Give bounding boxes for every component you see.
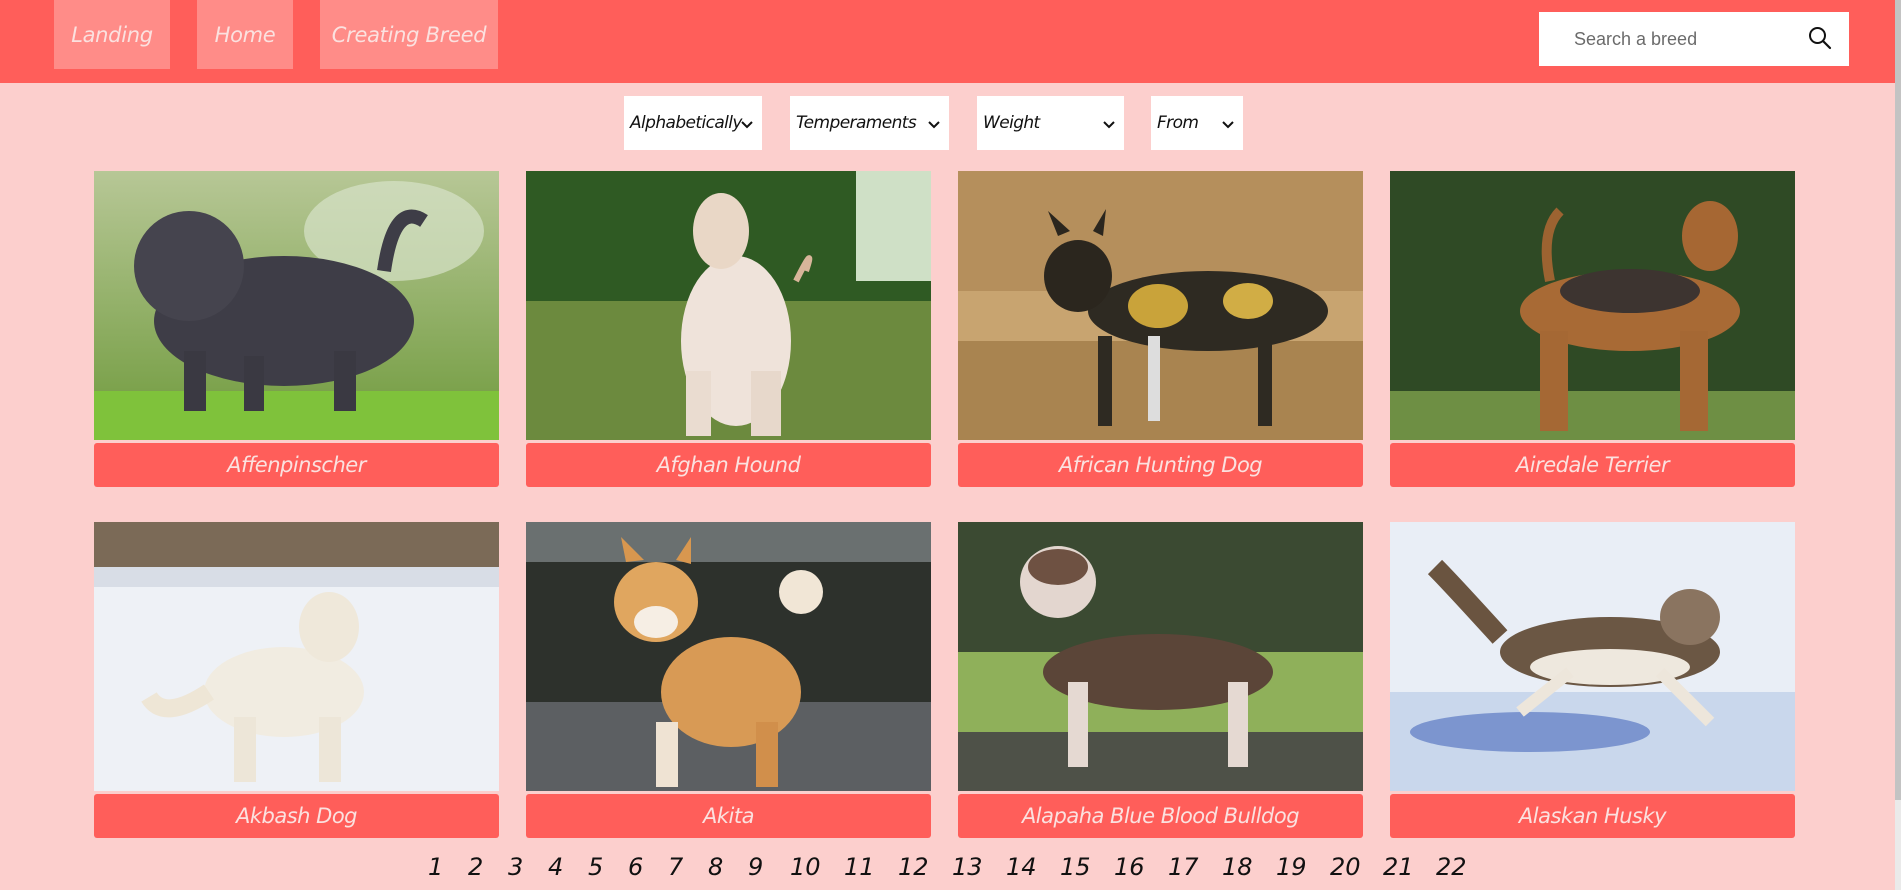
- sort-alphabetically-label: Alphabetically: [630, 113, 742, 133]
- chevron-down-icon: [740, 116, 754, 130]
- breed-card[interactable]: Alapaha Blue Blood Bulldog: [958, 522, 1363, 838]
- temperaments-label: Temperaments: [796, 113, 917, 133]
- chevron-down-icon: [1102, 116, 1116, 130]
- breed-photo[interactable]: [94, 522, 499, 791]
- breed-photo[interactable]: [958, 522, 1363, 791]
- breed-name[interactable]: Akbash Dog: [94, 794, 499, 838]
- scrollbar-thumb[interactable]: [1895, 0, 1901, 800]
- weight-select[interactable]: Weight: [977, 96, 1124, 150]
- breed-name[interactable]: Alaskan Husky: [1390, 794, 1795, 838]
- breed-card[interactable]: Afghan Hound: [526, 171, 931, 487]
- breed-card[interactable]: Akbash Dog: [94, 522, 499, 838]
- chevron-down-icon: [927, 116, 941, 130]
- vertical-scrollbar[interactable]: [1895, 0, 1901, 890]
- origin-from-select[interactable]: From: [1151, 96, 1243, 150]
- nav-creating-breed-link[interactable]: Creating Breed: [320, 0, 498, 69]
- page-link-11[interactable]: 11: [844, 853, 875, 881]
- page-link-16[interactable]: 16: [1114, 853, 1145, 881]
- breed-name[interactable]: Akita: [526, 794, 931, 838]
- breed-photo[interactable]: [958, 171, 1363, 440]
- page-link-15[interactable]: 15: [1060, 853, 1091, 881]
- breed-photo[interactable]: [1390, 522, 1795, 791]
- nav-home-link[interactable]: Home: [197, 0, 293, 69]
- breed-name[interactable]: Afghan Hound: [526, 443, 931, 487]
- search-icon[interactable]: [1807, 25, 1833, 51]
- page-link-7[interactable]: 7: [668, 853, 683, 881]
- breed-photo[interactable]: [94, 171, 499, 440]
- page-link-22[interactable]: 22: [1436, 853, 1467, 881]
- origin-from-label: From: [1157, 113, 1199, 133]
- page-link-9[interactable]: 9: [748, 853, 763, 881]
- breed-photo[interactable]: [526, 171, 931, 440]
- page-link-17[interactable]: 17: [1168, 853, 1199, 881]
- chevron-down-icon: [1221, 116, 1235, 130]
- search-bar: [1539, 12, 1849, 66]
- page-link-20[interactable]: 20: [1330, 853, 1361, 881]
- search-input[interactable]: [1572, 18, 1796, 60]
- nav-landing-link[interactable]: Landing: [54, 0, 170, 69]
- breed-name[interactable]: Airedale Terrier: [1390, 443, 1795, 487]
- breed-name[interactable]: African Hunting Dog: [958, 443, 1363, 487]
- breed-photo[interactable]: [1390, 171, 1795, 440]
- page-link-1[interactable]: 1: [428, 853, 443, 881]
- page-link-3[interactable]: 3: [508, 853, 523, 881]
- breed-name[interactable]: Affenpinscher: [94, 443, 499, 487]
- temperaments-select[interactable]: Temperaments: [790, 96, 949, 150]
- page-link-8[interactable]: 8: [708, 853, 723, 881]
- weight-label: Weight: [983, 113, 1040, 133]
- breed-name[interactable]: Alapaha Blue Blood Bulldog: [958, 794, 1363, 838]
- page-link-19[interactable]: 19: [1276, 853, 1307, 881]
- page-link-21[interactable]: 21: [1383, 853, 1414, 881]
- breed-card[interactable]: Airedale Terrier: [1390, 171, 1795, 487]
- pagination: 1 2 3 4 5 6 7 8 9 10 11 12 13 14 15 16 1…: [0, 853, 1901, 887]
- page-link-6[interactable]: 6: [628, 853, 643, 881]
- page-link-5[interactable]: 5: [588, 853, 603, 881]
- breed-photo[interactable]: [526, 522, 931, 791]
- breed-card[interactable]: African Hunting Dog: [958, 171, 1363, 487]
- page-link-10[interactable]: 10: [790, 853, 821, 881]
- page-link-2[interactable]: 2: [468, 853, 483, 881]
- page-link-13[interactable]: 13: [952, 853, 983, 881]
- page-link-12[interactable]: 12: [898, 853, 929, 881]
- page-link-18[interactable]: 18: [1222, 853, 1253, 881]
- breed-card[interactable]: Alaskan Husky: [1390, 522, 1795, 838]
- breed-card[interactable]: Affenpinscher: [94, 171, 499, 487]
- breed-card[interactable]: Akita: [526, 522, 931, 838]
- page-link-14[interactable]: 14: [1006, 853, 1037, 881]
- page-link-4[interactable]: 4: [548, 853, 563, 881]
- sort-alphabetically-select[interactable]: Alphabetically: [624, 96, 762, 150]
- top-navbar: Landing Home Creating Breed: [0, 0, 1895, 83]
